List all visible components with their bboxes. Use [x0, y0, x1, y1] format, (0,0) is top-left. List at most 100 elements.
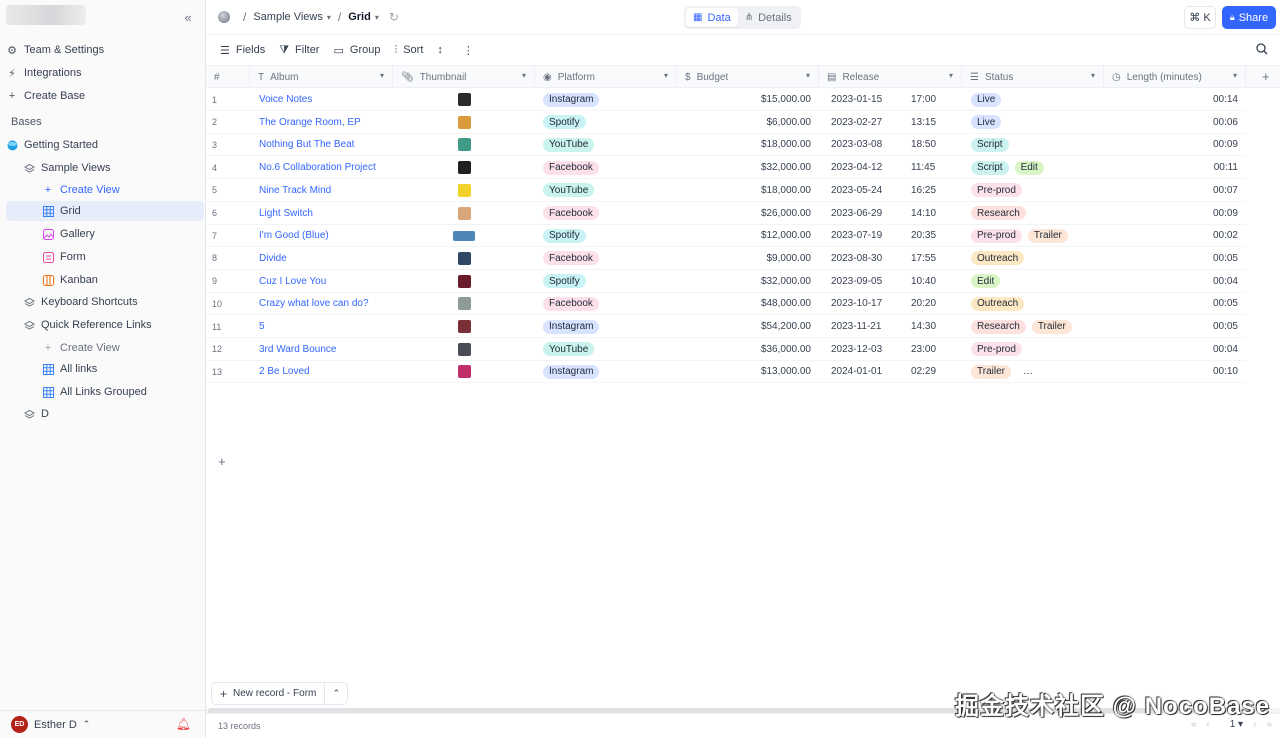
platform-cell[interactable]: Facebook — [543, 202, 673, 225]
release-date-cell[interactable]: 2023-04-12 — [831, 156, 901, 179]
release-date-cell[interactable]: 2023-10-17 — [831, 292, 901, 315]
chevron-up-icon[interactable]: ⌃ — [325, 688, 347, 699]
platform-cell[interactable]: Instagram — [543, 360, 673, 383]
album-thumbnail-image[interactable] — [453, 230, 475, 241]
table-row[interactable]: 6 Light Switch Facebook $26,000.00 2023-06-2… — [206, 202, 1246, 225]
album-cell[interactable]: Cuz I Love You — [259, 270, 389, 293]
more-options-button[interactable]: ⋮ — [463, 40, 480, 60]
sidebar-item-create-view[interactable]: + Create View — [6, 180, 204, 200]
budget-cell[interactable]: $54,200.00 — [677, 315, 811, 338]
release-time-cell[interactable]: 14:10 — [911, 202, 956, 225]
platform-cell[interactable]: Spotify — [543, 111, 673, 134]
thumbnail-cell[interactable] — [393, 292, 535, 315]
thumbnail-cell[interactable] — [393, 224, 535, 247]
add-row-icon[interactable]: + — [218, 454, 226, 469]
budget-cell[interactable]: $15,000.00 — [677, 88, 811, 111]
table-row[interactable]: 1 Voice Notes Instagram $15,000.00 2023-01-1… — [206, 88, 1246, 111]
sidebar-item-team-settings[interactable]: ⚙ Team & Settings — [6, 40, 204, 60]
status-cell[interactable]: Live — [971, 88, 1101, 111]
sidebar-item-grid[interactable]: Grid — [6, 201, 204, 221]
album-cell[interactable]: 2 Be Loved — [259, 360, 389, 383]
status-cell[interactable]: Script — [971, 133, 1101, 156]
filter-button[interactable]: ⧩ Filter — [279, 40, 319, 60]
platform-cell[interactable]: YouTube — [543, 133, 673, 156]
sidebar-item-create-base[interactable]: + Create Base — [6, 86, 204, 106]
platform-cell[interactable]: Facebook — [543, 156, 673, 179]
sidebar-item-quick-reference-links[interactable]: Quick Reference Links — [6, 315, 204, 335]
sidebar-item-integrations[interactable]: ⚡ Integrations — [6, 63, 204, 83]
album-thumbnail-image[interactable] — [457, 138, 471, 152]
budget-cell[interactable]: $9,000.00 — [677, 247, 812, 270]
budget-cell[interactable]: $48,000.00 — [677, 292, 811, 315]
release-time-cell[interactable]: 13:15 — [911, 111, 956, 134]
chevron-down-icon[interactable]: ▾ — [380, 71, 384, 80]
platform-cell[interactable]: Spotify — [543, 270, 673, 293]
sidebar-item-kanban[interactable]: Kanban — [6, 270, 204, 290]
album-cell[interactable]: I'm Good (Blue) — [259, 224, 389, 247]
share-button[interactable]: 🔒︎ Share — [1222, 6, 1276, 29]
album-cell[interactable]: Nothing But The Beat — [259, 133, 389, 156]
album-thumbnail-image[interactable] — [457, 297, 471, 311]
breadcrumb-table[interactable]: Sample Views — [253, 11, 323, 23]
sidebar-item-gallery[interactable]: Gallery — [6, 224, 204, 244]
album-cell[interactable]: Voice Notes — [259, 88, 389, 111]
album-cell[interactable]: Crazy what love can do? — [259, 292, 389, 315]
album-thumbnail-image[interactable] — [457, 320, 471, 333]
release-time-cell[interactable]: 17:00 — [911, 88, 956, 111]
status-cell[interactable]: Script Edit — [971, 156, 1101, 179]
table-row[interactable]: 13 2 Be Loved Instagram $13,000.00 2024-01-0… — [206, 360, 1246, 384]
budget-cell[interactable]: $36,000.00 — [677, 338, 811, 361]
table-row[interactable]: 5 Nine Track Mind YouTube $18,000.00 2023-05… — [206, 179, 1246, 202]
sidebar-item-form[interactable]: Form — [6, 247, 204, 267]
column-header-budget[interactable]: $ Budget ▾ — [677, 66, 819, 88]
tab-data[interactable]: ▦ Data — [686, 8, 738, 27]
budget-cell[interactable]: $26,000.00 — [677, 202, 811, 225]
tab-details[interactable]: ⋔ Details — [738, 8, 799, 27]
budget-cell[interactable]: $6,000.00 — [677, 111, 812, 134]
column-header-album[interactable]: T Album ▾ — [250, 66, 393, 88]
album-thumbnail-image[interactable] — [457, 161, 471, 175]
release-time-cell[interactable]: 16:25 — [911, 179, 956, 202]
thumbnail-cell[interactable] — [393, 360, 535, 383]
status-cell[interactable]: Pre-prod — [971, 338, 1101, 361]
release-time-cell[interactable]: 20:35 — [911, 224, 956, 247]
column-header-release[interactable]: ▤ Release ▾ — [819, 66, 962, 88]
sidebar-item-create-view-2[interactable]: + Create View — [6, 338, 204, 358]
budget-cell[interactable]: $13,000.00 — [677, 360, 811, 383]
album-thumbnail-image[interactable] — [457, 206, 471, 220]
table-row[interactable]: 3 Nothing But The Beat YouTube $18,000.00 20… — [206, 133, 1246, 157]
chevron-down-icon[interactable]: ▾ — [949, 71, 953, 80]
release-date-cell[interactable]: 2023-08-30 — [831, 247, 901, 270]
chevron-down-icon[interactable]: ▾ — [375, 13, 379, 22]
row-height-button[interactable]: ↕ — [437, 40, 449, 60]
sidebar-item-all-links-grouped[interactable]: All Links Grouped — [6, 382, 204, 402]
album-cell[interactable]: Nine Track Mind — [259, 179, 389, 202]
status-cell[interactable]: Pre-prod — [971, 179, 1101, 202]
platform-cell[interactable]: Instagram — [543, 315, 673, 338]
status-cell[interactable]: Research — [971, 202, 1101, 225]
search-icon[interactable] — [1256, 43, 1268, 58]
album-thumbnail-image[interactable] — [457, 342, 471, 356]
column-header-thumbnail[interactable]: 📎︎ Thumbnail ▾ — [393, 66, 535, 88]
reload-icon[interactable]: ↻ — [389, 10, 399, 24]
length-cell[interactable]: 00:05 — [1104, 292, 1238, 315]
album-cell[interactable]: 5 — [259, 315, 389, 338]
release-time-cell[interactable]: 20:20 — [911, 292, 956, 315]
sidebar-item-getting-started[interactable]: Getting Started — [6, 135, 204, 155]
budget-cell[interactable]: $32,000.00 — [677, 270, 811, 293]
table-row[interactable]: 2 The Orange Room, EP Spotify $6,000.00 2023… — [206, 111, 1246, 134]
table-row[interactable]: 12 3rd Ward Bounce YouTube $36,000.00 2023-1… — [206, 338, 1246, 361]
status-cell[interactable]: Outreach — [971, 292, 1101, 315]
table-row[interactable]: 4 No.6 Collaboration Project Facebook $32,0… — [206, 156, 1246, 180]
column-header-platform[interactable]: ◉ Platform ▾ — [535, 66, 677, 88]
release-time-cell[interactable]: 11:45 — [911, 156, 956, 179]
sidebar-item-all-links[interactable]: All links — [6, 359, 204, 379]
sidebar-item-d[interactable]: D — [6, 404, 204, 424]
length-cell[interactable]: 00:04 — [1104, 270, 1238, 293]
album-cell[interactable]: Light Switch — [259, 202, 389, 225]
chevron-down-icon[interactable]: ▾ — [522, 71, 526, 80]
breadcrumb-view[interactable]: Grid — [348, 11, 371, 23]
platform-cell[interactable]: YouTube — [543, 338, 673, 361]
platform-cell[interactable]: Instagram — [543, 88, 673, 111]
thumbnail-cell[interactable] — [393, 156, 535, 179]
